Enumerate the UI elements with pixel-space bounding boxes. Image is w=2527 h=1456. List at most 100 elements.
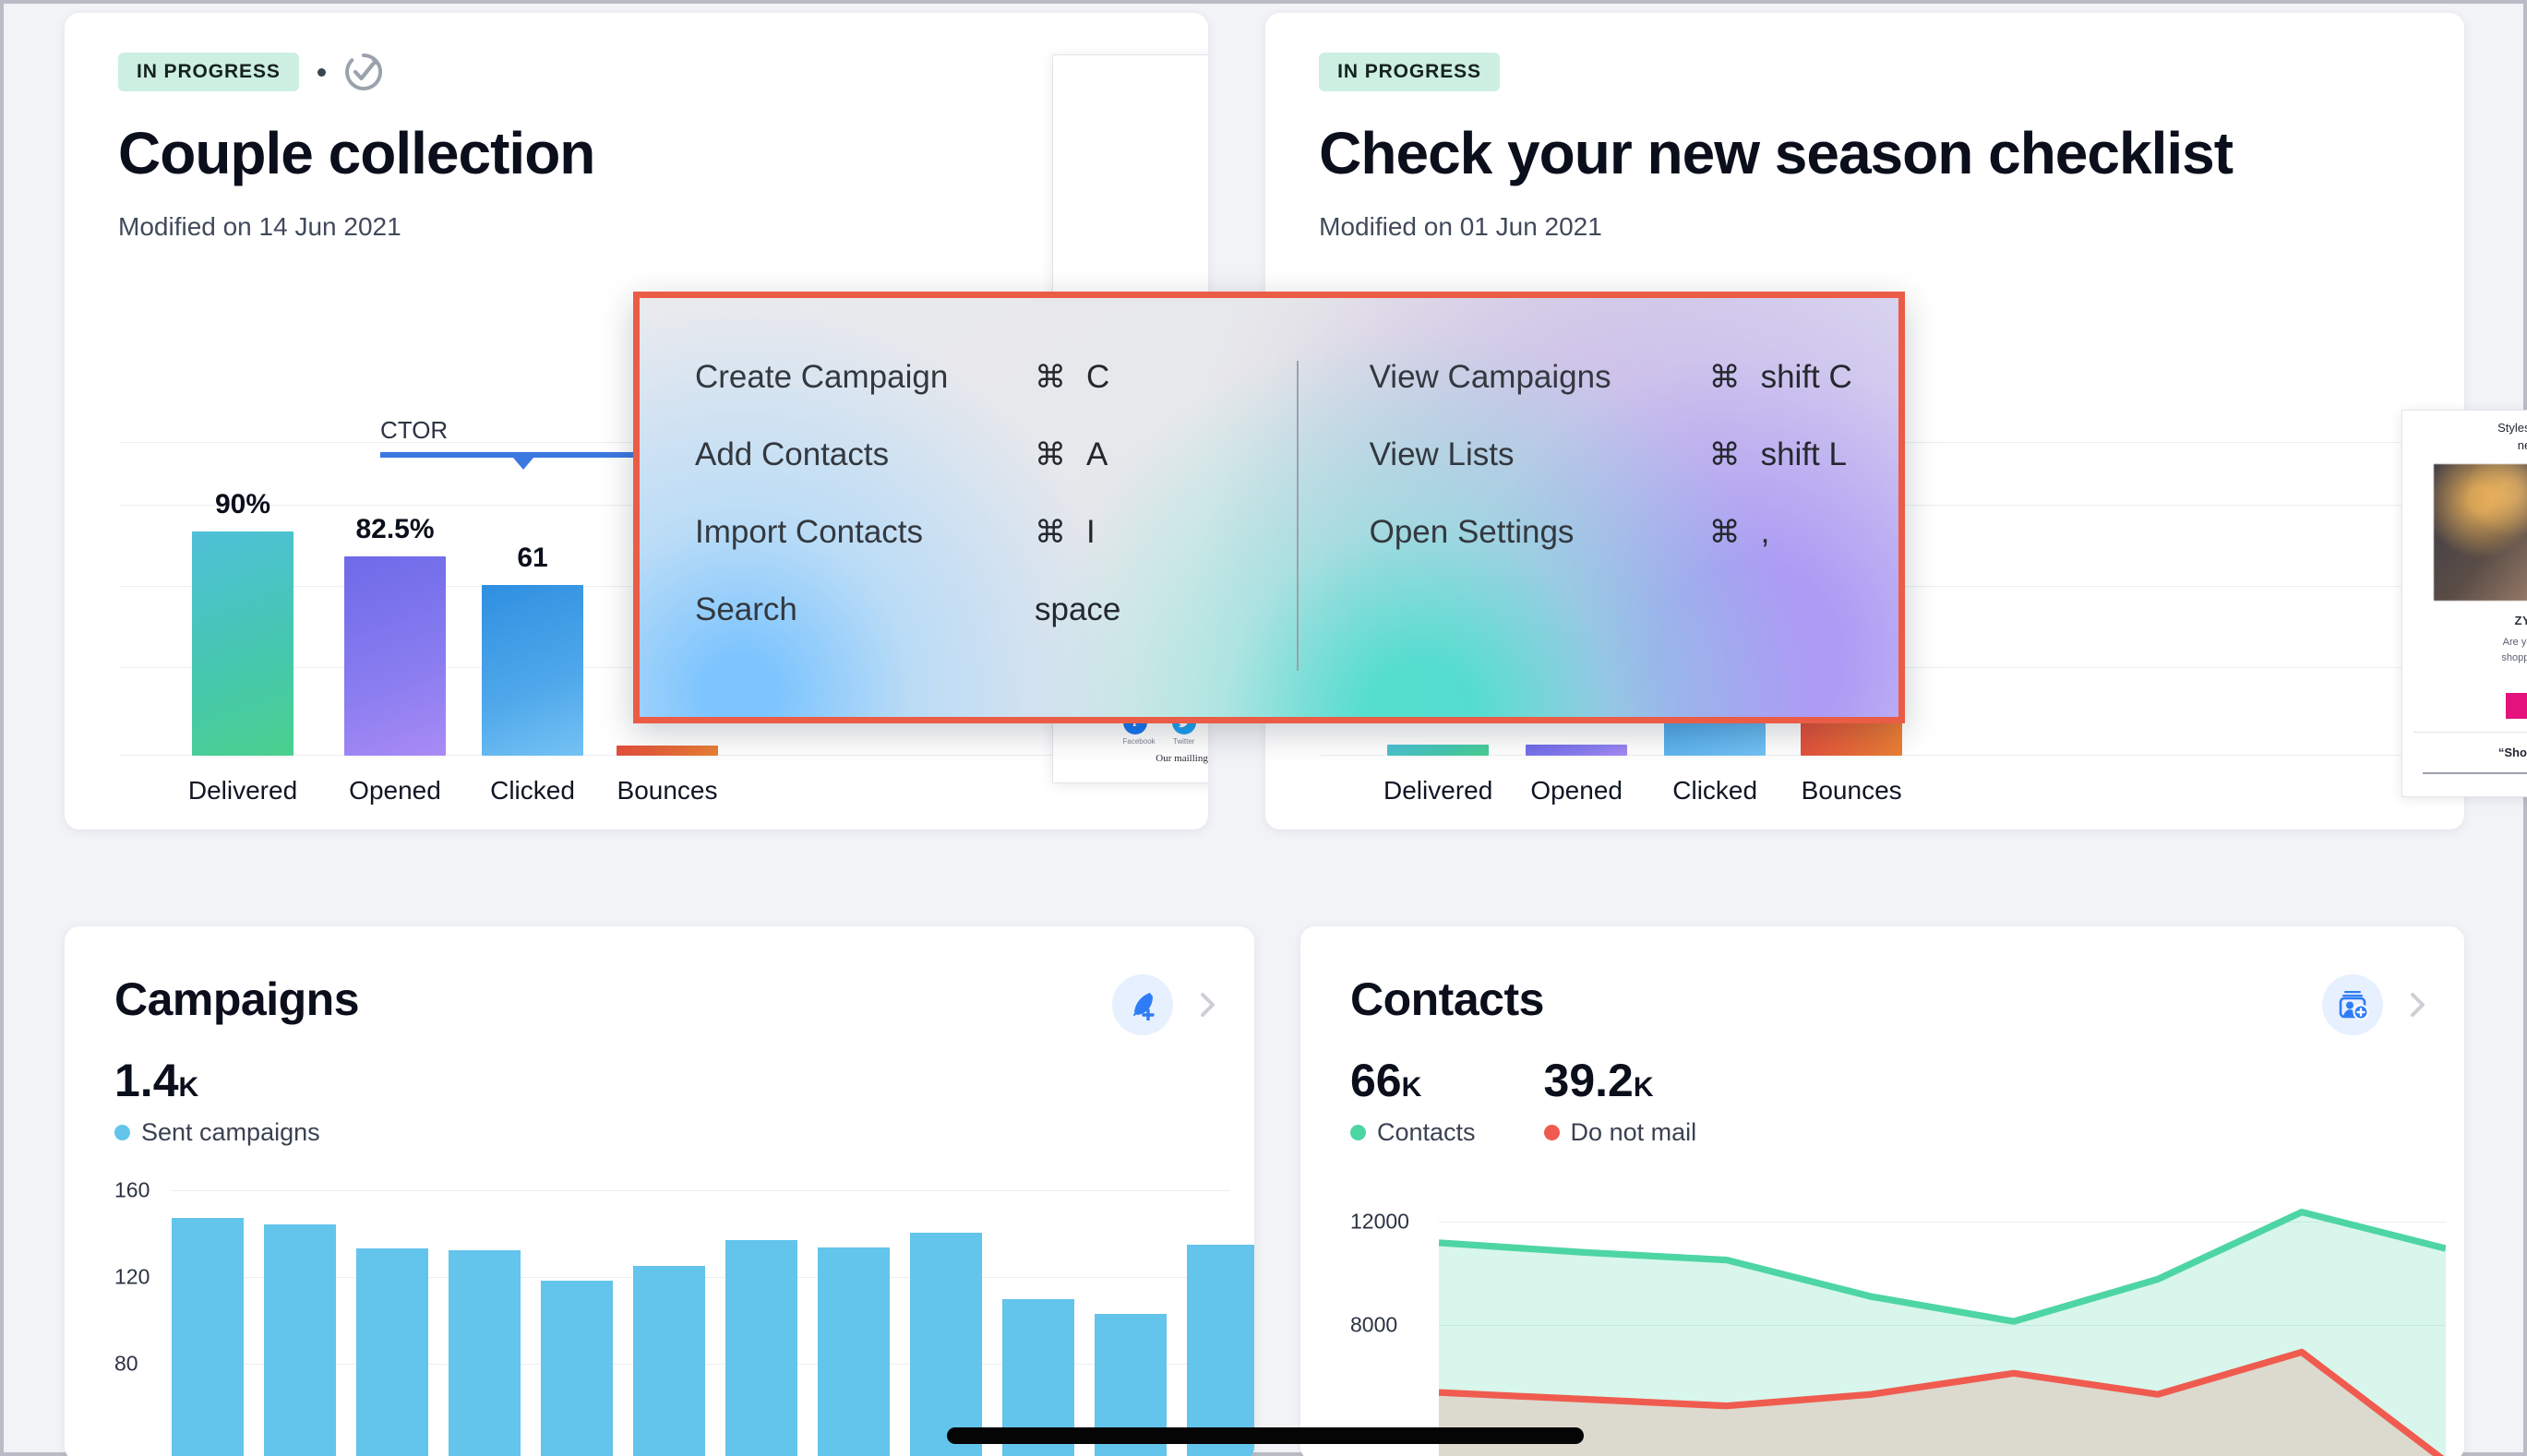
contacts-stat-card[interactable]: Contacts — [1300, 926, 2464, 1456]
shortcut-keys: ⌘ shift C — [1709, 359, 1852, 396]
bar-value-label: 90% — [215, 489, 270, 520]
shortcut-keys: ⌘ I — [1035, 514, 1096, 551]
x-label-clicked: Clicked — [463, 776, 602, 806]
keyboard-shortcuts-overlay[interactable]: Create Campaign ⌘ C Add Contacts ⌘ A Imp… — [633, 292, 1905, 723]
legend-label: Do not mail — [1571, 1118, 1697, 1147]
y-tick-label: 160 — [114, 1178, 150, 1203]
y-tick-label: 8000 — [1350, 1313, 1397, 1338]
status-row: IN PROGRESS — [1319, 52, 2411, 92]
drag-handle[interactable] — [947, 1427, 1584, 1444]
bar[interactable] — [541, 1281, 613, 1456]
shortcut-view-campaigns[interactable]: View Campaigns ⌘ shift C — [1370, 339, 1876, 416]
shortcut-keys: ⌘ C — [1035, 359, 1109, 396]
shortcut-import-contacts[interactable]: Import Contacts ⌘ I — [695, 494, 1290, 571]
metric-legend: Do not mail — [1544, 1118, 1697, 1147]
shortcut-add-contacts[interactable]: Add Contacts ⌘ A — [695, 416, 1290, 494]
campaigns-card-actions — [1112, 974, 1221, 1035]
stat-cards-row: Campaigns — [65, 926, 2464, 1456]
shortcut-column-left: Create Campaign ⌘ C Add Contacts ⌘ A Imp… — [695, 339, 1290, 680]
shortcut-key: I — [1086, 514, 1096, 551]
bar-clicked — [482, 585, 583, 756]
email-preview-quote: “Shop like nev — [2413, 746, 2527, 759]
y-tick-label: 120 — [114, 1265, 150, 1290]
campaign-card-header: IN PROGRESS Couple collection Modified o… — [65, 13, 1208, 242]
x-label-delivered: Delivered — [1369, 776, 1507, 806]
shortcut-key: shift C — [1761, 359, 1852, 396]
bar[interactable] — [449, 1250, 521, 1456]
bar[interactable] — [818, 1247, 890, 1456]
app-window: IN PROGRESS Couple collection Modified o… — [0, 0, 2527, 1456]
bar[interactable] — [910, 1233, 982, 1456]
metric-sent-campaigns: 1.4K Sent campaigns — [114, 1057, 320, 1147]
x-label-clicked: Clicked — [1646, 776, 1784, 806]
email-preview-cta-button[interactable] — [2506, 693, 2527, 719]
shortcut-columns: Create Campaign ⌘ C Add Contacts ⌘ A Imp… — [695, 339, 1876, 680]
legend-dot-icon — [1350, 1125, 1366, 1140]
bar-column-delivered[interactable]: 90% — [192, 442, 293, 756]
bar[interactable] — [633, 1266, 705, 1456]
legend-dot-icon — [114, 1125, 130, 1140]
shortcut-label: View Campaigns — [1370, 359, 1709, 396]
x-axis-labels: Delivered Opened Clicked Bounces — [120, 776, 1153, 813]
email-preview-body: Are you ready to shopping season grab — [2413, 635, 2527, 682]
bar-column-opened[interactable]: 82.5% — [344, 442, 446, 756]
command-key-icon: ⌘ — [1709, 514, 1741, 551]
contacts-title: Contacts — [1350, 973, 2414, 1026]
bar[interactable] — [264, 1224, 336, 1456]
shortcut-keys: space — [1035, 591, 1120, 628]
legend-label: Contacts — [1377, 1118, 1476, 1147]
metric-contacts: 66K Contacts — [1350, 1057, 1476, 1147]
bar[interactable] — [1187, 1245, 1254, 1456]
command-key-icon: ⌘ — [1035, 359, 1066, 396]
y-tick-label: 12000 — [1350, 1210, 1409, 1235]
check-circle-icon — [344, 53, 383, 91]
chevron-right-icon[interactable] — [2403, 991, 2431, 1019]
shortcut-label: Import Contacts — [695, 514, 1035, 551]
shortcut-column-right: View Campaigns ⌘ shift C View Lists ⌘ sh… — [1290, 339, 1876, 680]
email-preview-thumbnail-right[interactable]: Styles you have new sea ZYLKER Are you r… — [2401, 410, 2527, 797]
chevron-right-icon[interactable] — [1193, 991, 1221, 1019]
shortcut-key: , — [1761, 514, 1770, 551]
bar-delivered — [192, 531, 293, 756]
metric-suffix: K — [1402, 1072, 1422, 1103]
shortcut-view-lists[interactable]: View Lists ⌘ shift L — [1370, 416, 1876, 494]
bar-opened — [344, 556, 446, 756]
bar[interactable] — [172, 1218, 244, 1456]
email-preview-image — [2434, 464, 2527, 601]
metric-legend: Sent campaigns — [114, 1118, 320, 1147]
contacts-area-chart: 12000 8000 — [1350, 1174, 2446, 1456]
shortcut-create-campaign[interactable]: Create Campaign ⌘ C — [695, 339, 1290, 416]
status-row: IN PROGRESS — [118, 52, 1155, 92]
mailing-address-text: Our mailling address is: — [1064, 753, 1208, 764]
separator-dot-icon — [317, 68, 326, 77]
metric-value: 66K — [1350, 1057, 1476, 1104]
contacts-card-header: Contacts — [1300, 926, 2464, 1147]
bar-column-clicked[interactable]: 61 — [482, 442, 583, 756]
campaign-card-header: IN PROGRESS Check your new season checkl… — [1265, 13, 2464, 242]
campaigns-card-header: Campaigns — [65, 926, 1254, 1147]
shortcut-open-settings[interactable]: Open Settings ⌘ , — [1370, 494, 1876, 571]
status-badge: IN PROGRESS — [1319, 53, 1500, 91]
shortcut-label: Create Campaign — [695, 359, 1035, 396]
add-contact-icon[interactable] — [2322, 974, 2383, 1035]
command-key-icon: ⌘ — [1035, 436, 1066, 473]
command-key-icon: ⌘ — [1035, 514, 1066, 551]
bar-value-label: 61 — [517, 543, 547, 574]
bar-bounces — [1801, 721, 1902, 756]
metric-legend: Contacts — [1350, 1118, 1476, 1147]
x-label-delivered: Delivered — [174, 776, 312, 806]
email-preview-brand: ZYLKER — [2413, 614, 2527, 627]
bar-opened — [1526, 745, 1627, 756]
shortcut-key: C — [1086, 359, 1109, 396]
bar[interactable] — [356, 1248, 428, 1456]
campaigns-stat-card[interactable]: Campaigns — [65, 926, 1254, 1456]
x-label-bounces: Bounces — [1782, 776, 1921, 806]
bar-delivered — [1387, 745, 1489, 756]
shortcut-key: A — [1086, 436, 1108, 473]
social-label: Twitter — [1172, 737, 1196, 746]
shortcut-search[interactable]: Search space — [695, 571, 1290, 649]
bar[interactable] — [725, 1240, 797, 1456]
compose-feather-icon[interactable] — [1112, 974, 1173, 1035]
metric-value: 39.2K — [1544, 1057, 1697, 1104]
shortcut-label: Search — [695, 591, 1035, 628]
